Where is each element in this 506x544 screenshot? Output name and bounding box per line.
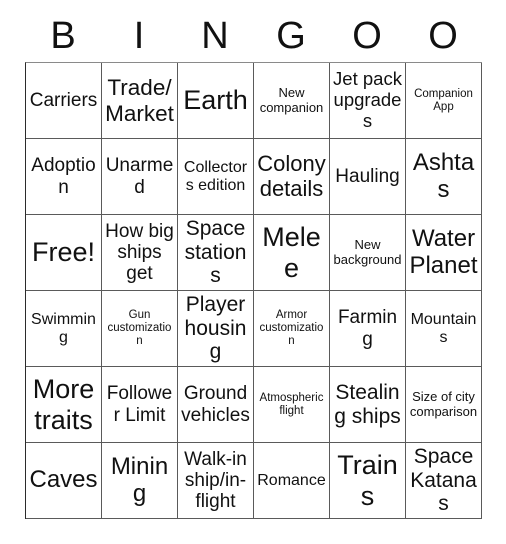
bingo-header-letter-0: B	[50, 15, 76, 57]
bingo-cell[interactable]: Player housing	[178, 291, 254, 367]
bingo-cell[interactable]: Romance	[254, 443, 330, 519]
bingo-cell-label: Ashtas	[412, 148, 475, 203]
bingo-cell-label: Atmospheric flight	[259, 391, 324, 417]
bingo-cell-label: Colony details	[257, 150, 326, 201]
bingo-cell-label: Free!	[31, 237, 96, 268]
bingo-cell-label: Player housing	[184, 293, 247, 364]
bingo-cell[interactable]: Mining	[102, 443, 178, 519]
bingo-cell-label: How big ships get	[105, 220, 174, 285]
bingo-cell-label: Stealing ships	[334, 380, 401, 428]
bingo-header-letter-1: I	[133, 15, 145, 57]
bingo-cell[interactable]: Atmospheric flight	[254, 367, 330, 443]
bingo-cell[interactable]: Free!	[26, 215, 102, 291]
bingo-cell[interactable]: More traits	[26, 367, 102, 443]
bingo-cell[interactable]: Gun customization	[102, 291, 178, 367]
bingo-cell-label: Earth	[183, 85, 248, 116]
bingo-cell[interactable]: Hauling	[330, 139, 406, 215]
bingo-cell-label: Armor customization	[259, 309, 324, 347]
bingo-cell[interactable]: Farming	[330, 291, 406, 367]
bingo-cell-label: New companion	[259, 84, 324, 115]
bingo-cell-label: Ground vehicles	[181, 383, 250, 426]
bingo-cell[interactable]: Earth	[178, 63, 254, 139]
bingo-cell[interactable]: Mountains	[406, 291, 482, 367]
bingo-cell[interactable]: Companion App	[406, 63, 482, 139]
bingo-cell-label: Size of city comparison	[409, 388, 478, 419]
bingo-cell-label: Mountains	[410, 310, 477, 346]
bingo-header-letter-2: N	[201, 15, 229, 57]
bingo-cell-label: Water Planet	[409, 224, 478, 279]
bingo-cell[interactable]: Space stations	[178, 215, 254, 291]
bingo-cell-label: More traits	[32, 374, 95, 435]
bingo-cell-label: Follower Limit	[106, 383, 173, 426]
bingo-cell[interactable]: Size of city comparison	[406, 367, 482, 443]
bingo-cell-label: Jet pack upgrades	[333, 68, 402, 131]
bingo-cell[interactable]: Melee	[254, 215, 330, 291]
bingo-cell[interactable]: Colony details	[254, 139, 330, 215]
bingo-cell[interactable]: New background	[330, 215, 406, 291]
bingo-cell[interactable]: How big ships get	[102, 215, 178, 291]
bingo-cell-label: Companion App	[414, 87, 473, 113]
bingo-cell[interactable]: Walk-in ship/in-flight	[178, 443, 254, 519]
bingo-cell[interactable]: Caves	[26, 443, 102, 519]
bingo-cell-label: Unarmed	[105, 155, 174, 198]
bingo-cell-label: Adoption	[31, 155, 96, 198]
bingo-grid: Carriers Trade/ Market Earth New companion J…	[25, 62, 482, 519]
bingo-cell[interactable]: Swimming	[26, 291, 102, 367]
bingo-card: B I N G O O Carriers Trade/ Market Earth New com…	[25, 10, 482, 519]
bingo-cell[interactable]: Ground vehicles	[178, 367, 254, 443]
bingo-header-row: BINGOO	[25, 10, 481, 62]
bingo-cell[interactable]: Water Planet	[406, 215, 482, 291]
bingo-cell-label: Collectors edition	[183, 158, 248, 194]
bingo-cell-label: Romance	[257, 471, 326, 489]
bingo-cell-label: Space Katanas	[410, 445, 477, 516]
bingo-cell-label: Trains	[337, 450, 398, 511]
bingo-header-letter-5: O	[428, 15, 458, 57]
bingo-cell[interactable]: Jet pack upgrades	[330, 63, 406, 139]
bingo-cell[interactable]: Trade/ Market	[102, 63, 178, 139]
bingo-cell-label: Space stations	[184, 217, 247, 288]
bingo-cell[interactable]: Space Katanas	[406, 443, 482, 519]
bingo-cell-label: Trade/ Market	[105, 75, 174, 126]
bingo-cell-label: Gun customization	[107, 309, 172, 347]
bingo-header-letter-4: O	[352, 15, 382, 57]
bingo-cell-label: Melee	[262, 222, 321, 283]
bingo-cell[interactable]: Unarmed	[102, 139, 178, 215]
bingo-cell[interactable]: Armor customization	[254, 291, 330, 367]
bingo-cell[interactable]: Trains	[330, 443, 406, 519]
bingo-cell-label: Carriers	[29, 89, 98, 111]
bingo-cell-label: Swimming	[31, 310, 96, 346]
bingo-cell[interactable]: New companion	[254, 63, 330, 139]
bingo-cell-label: New background	[333, 236, 402, 267]
bingo-cell[interactable]: Carriers	[26, 63, 102, 139]
bingo-cell[interactable]: Ashtas	[406, 139, 482, 215]
bingo-cell-label: Walk-in ship/in-flight	[184, 448, 247, 513]
bingo-cell-label: Caves	[29, 466, 98, 494]
bingo-cell-label: Farming	[337, 307, 398, 350]
bingo-cell-label: Hauling	[335, 165, 400, 187]
bingo-cell[interactable]: Stealing ships	[330, 367, 406, 443]
bingo-header-letter-3: G	[276, 15, 306, 57]
bingo-cell[interactable]: Follower Limit	[102, 367, 178, 443]
bingo-cell[interactable]: Collectors edition	[178, 139, 254, 215]
bingo-cell[interactable]: Adoption	[26, 139, 102, 215]
bingo-cell-label: Mining	[110, 452, 169, 507]
